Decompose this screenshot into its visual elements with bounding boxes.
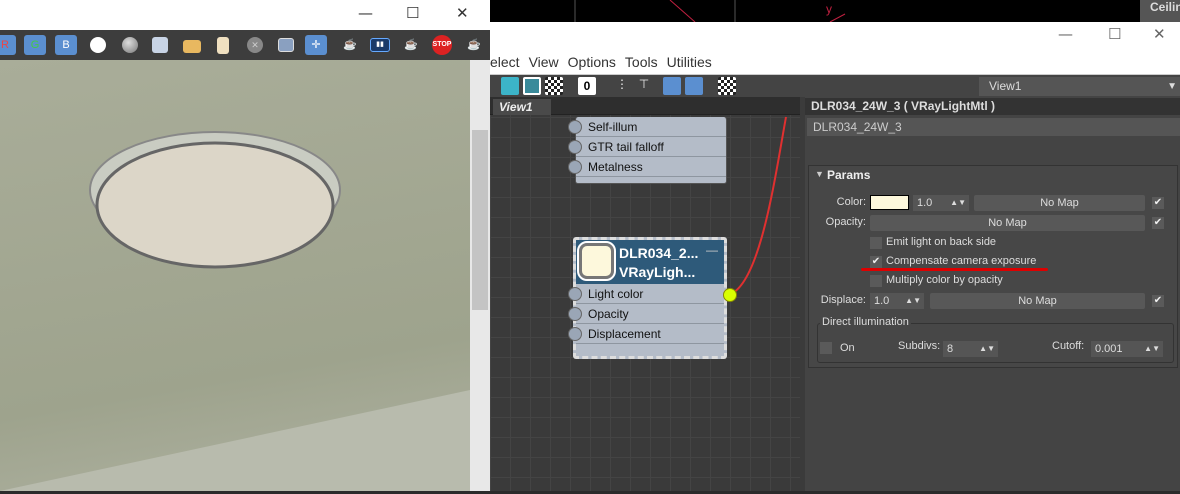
color-swatch[interactable] [870,195,909,210]
gray-circle-icon[interactable] [122,37,138,53]
compensate-exposure-checkbox[interactable]: ✔ [870,256,882,268]
scrollbar-thumb[interactable] [472,130,488,310]
layout-children-icon[interactable]: ⊤ [635,77,653,95]
opacity-map-button[interactable]: No Map [870,215,1145,231]
menu-bar: elect View Options Tools Utilities [483,50,1180,75]
menu-view[interactable]: View [529,50,559,75]
output-socket-icon[interactable] [723,288,737,302]
spinner-value: 1.0 [874,295,890,307]
viewport-side-panel: Ceilin [1140,0,1180,22]
green-channel-icon[interactable]: G [24,35,46,55]
multiply-opacity-checkbox[interactable] [870,275,882,287]
vertical-scrollbar[interactable] [470,60,490,491]
rollout-title[interactable]: Params [827,168,870,182]
node-view[interactable]: View1 Self-illum GTR tail falloff Metaln… [490,97,800,491]
slate-material-editor: — ☐ ✕ elect View Options Tools Utilities 0 ⋮… [483,22,1180,491]
minimize-button[interactable]: — [1058,25,1073,43]
close-button[interactable]: ✕ [1153,25,1166,43]
displace-label: Displace: [820,294,866,306]
layout-icon[interactable]: ⋮ [613,77,631,95]
opacity-map-checkbox[interactable]: ✔ [1152,217,1164,229]
displace-map-button[interactable]: No Map [930,293,1145,309]
on-label: On [840,342,855,354]
red-channel-icon[interactable]: R [0,35,16,55]
red-underline-annotation [861,268,1048,271]
displace-spinner[interactable]: 1.0 ▲▼ [870,293,924,309]
subdivs-spinner[interactable]: 8 ▲▼ [943,341,998,357]
save-icon[interactable] [152,37,168,53]
slate-toolbar: 0 ⋮ ⊤ View1 ▼ [483,75,1180,97]
axis-label: y [826,2,832,16]
parameter-editor-icon[interactable] [685,77,703,95]
clear-icon[interactable]: ✕ [247,37,263,53]
direct-illumination-group: Direct illumination On Subdivs: 8 ▲▼ Cuto… [817,316,1174,363]
material-id-icon[interactable]: 0 [578,77,596,95]
menu-tools[interactable]: Tools [625,50,658,75]
white-circle-icon[interactable] [90,37,106,53]
spinner-value: 8 [947,343,954,355]
material-header: DLR034_24W_3 ( VRayLightMtl ) [805,98,1180,115]
stop-icon[interactable]: STOP [432,35,452,55]
material-map-browser-icon[interactable] [663,77,681,95]
subdivs-label: Subdivs: [898,340,941,352]
menu-options[interactable]: Options [568,50,616,75]
close-button[interactable]: ✕ [456,4,469,22]
sample-sphere-icon[interactable] [523,77,541,95]
chevron-down-icon: ▼ [1167,81,1177,92]
render-frame-window: — ☐ ✕ R G B ✕ ✛ ☕ ▮▮ ☕ STOP ☕ [0,0,490,491]
menu-select[interactable]: elect [490,50,520,75]
teapot-icon[interactable]: ☕ [339,35,361,55]
color-map-checkbox[interactable]: ✔ [1152,197,1164,209]
maximize-button[interactable]: ☐ [406,4,419,22]
folder-icon[interactable] [183,40,201,53]
spinner-value: 0.001 [1095,343,1123,355]
multiply-opacity-label: Multiply color by opacity [886,274,1003,286]
cutoff-label: Cutoff: [1052,340,1085,352]
background-icon[interactable] [545,77,563,95]
blue-channel-icon[interactable]: B [55,35,77,55]
teapot-play-icon[interactable]: ☕ [400,35,422,55]
render-toolbar: R G B ✕ ✛ ☕ ▮▮ ☕ STOP ☕ [0,30,490,60]
opacity-label: Opacity: [825,216,866,228]
track-mouse-icon[interactable]: ✛ [305,35,327,55]
emit-back-checkbox[interactable] [870,237,882,249]
cutoff-spinner[interactable]: 0.001 ▲▼ [1091,341,1163,357]
teapot-icon[interactable]: ☕ [463,35,485,55]
displace-map-checkbox[interactable]: ✔ [1152,295,1164,307]
region-icon[interactable] [278,38,294,52]
rendered-image [0,60,470,491]
rollout-arrow-icon[interactable]: ▼ [815,169,824,179]
viewport-perspective[interactable]: y Ceilin [490,0,1180,22]
maximize-button[interactable]: ☐ [1108,25,1121,43]
view-select-dropdown[interactable]: View1 ▼ [979,77,1180,96]
spinner-value: 1.0 [917,197,933,209]
parameter-editor: DLR034_24W_3 ( VRayLightMtl ) DLR034_24W… [805,97,1180,491]
view-select-value: View1 [989,79,1022,93]
title-bar: — ☐ ✕ [0,0,490,30]
title-bar: — ☐ ✕ [483,22,1180,50]
color-multiplier-spinner[interactable]: 1.0 ▲▼ [913,195,969,211]
group-title: Direct illumination [820,316,911,328]
clipboard-icon[interactable] [217,37,229,54]
minimize-button[interactable]: — [358,4,373,22]
params-rollout: ▼ Params Color: 1.0 ▲▼ No Map ✔ Opacity: … [808,165,1178,368]
compensate-exposure-label: Compensate camera exposure [886,255,1037,267]
assign-material-icon[interactable] [501,77,519,95]
direct-on-checkbox[interactable] [820,342,832,354]
material-name-field[interactable]: DLR034_24W_3 [807,118,1180,136]
color-map-button[interactable]: No Map [974,195,1145,211]
menu-utilities[interactable]: Utilities [667,50,712,75]
ceiling-light-render [0,131,470,491]
emit-back-label: Emit light on back side [886,236,997,248]
select-by-material-icon[interactable] [718,77,736,95]
color-label: Color: [836,196,866,208]
lens-icon[interactable]: ▮▮ [370,38,390,52]
